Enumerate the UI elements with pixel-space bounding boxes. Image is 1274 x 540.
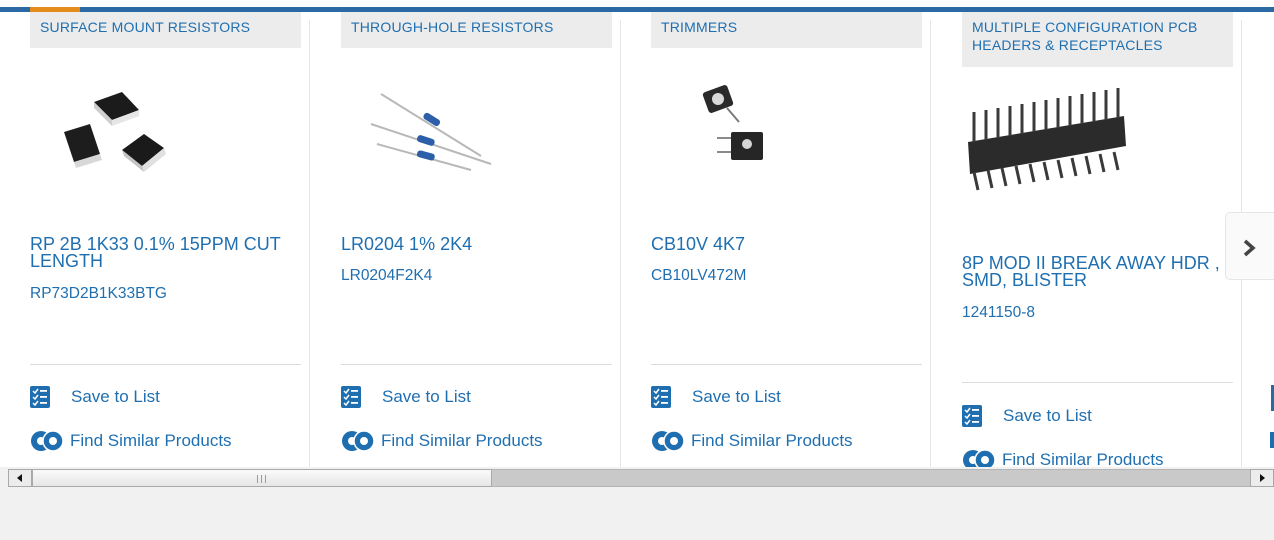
product-title-link[interactable]: LR0204 1% 2K4 bbox=[341, 235, 612, 253]
find-similar-label: Find Similar Products bbox=[70, 431, 232, 450]
find-similar-button[interactable]: Find Similar Products bbox=[651, 429, 853, 453]
find-similar-label: Find Similar Products bbox=[381, 431, 543, 450]
axial-resistors-image[interactable] bbox=[341, 64, 612, 214]
category-label[interactable]: TRIMMERS bbox=[651, 12, 922, 48]
gears-icon bbox=[963, 449, 996, 467]
product-card: MULTIPLE CONFIGURATION PCB HEADERS & REC… bbox=[932, 12, 1242, 467]
product-card: THROUGH-HOLE RESISTORS LR0204 1% 2K4 LR0… bbox=[311, 12, 621, 467]
gears-icon bbox=[652, 430, 685, 452]
card-separator bbox=[651, 364, 922, 365]
card-separator bbox=[341, 364, 612, 365]
save-to-list-button[interactable]: Save to List bbox=[341, 385, 471, 409]
product-title-link[interactable]: RP 2B 1K33 0.1% 15PPM CUT LENGTH bbox=[30, 235, 301, 270]
product-card: SURFACE MOUNT RESISTORS RP 2B 1K33 0.1% … bbox=[0, 12, 310, 467]
scroll-left-button[interactable] bbox=[8, 469, 32, 487]
gears-icon bbox=[342, 430, 375, 452]
card-divider bbox=[309, 20, 310, 467]
scroll-grip bbox=[257, 475, 266, 483]
carousel-next-button[interactable] bbox=[1225, 212, 1274, 280]
arrow-left-icon bbox=[17, 474, 22, 482]
category-label[interactable]: MULTIPLE CONFIGURATION PCB HEADERS & REC… bbox=[962, 12, 1233, 67]
category-label[interactable]: THROUGH-HOLE RESISTORS bbox=[341, 12, 612, 48]
save-to-list-button[interactable]: Save to List bbox=[30, 385, 160, 409]
product-title-link[interactable]: CB10V 4K7 bbox=[651, 235, 922, 253]
save-to-list-label: Save to List bbox=[71, 387, 160, 406]
save-to-list-label: Save to List bbox=[382, 387, 471, 406]
product-carousel: SURFACE MOUNT RESISTORS RP 2B 1K33 0.1% … bbox=[0, 12, 1274, 467]
find-similar-label: Find Similar Products bbox=[1002, 450, 1164, 467]
find-similar-button[interactable]: Find Similar Products bbox=[962, 448, 1164, 467]
card-separator bbox=[962, 382, 1233, 383]
save-to-list-button[interactable]: Save to List bbox=[962, 404, 1092, 428]
gears-icon bbox=[31, 430, 64, 452]
category-label[interactable]: SURFACE MOUNT RESISTORS bbox=[30, 12, 301, 48]
trimmer-potentiometer-image[interactable] bbox=[651, 64, 922, 214]
card-separator bbox=[30, 364, 301, 365]
scroll-right-button[interactable] bbox=[1250, 469, 1274, 487]
find-similar-label: Find Similar Products bbox=[691, 431, 853, 450]
save-to-list-label: Save to List bbox=[1003, 406, 1092, 425]
save-to-list-button[interactable]: Save to List bbox=[651, 385, 781, 409]
next-card-peek-icon bbox=[1270, 432, 1274, 448]
horizontal-scrollbar[interactable] bbox=[8, 467, 1274, 516]
product-card: TRIMMERS CB10V 4K7 CB10LV472M Save to Li… bbox=[621, 12, 931, 467]
product-title-link[interactable]: 8P MOD II BREAK AWAY HDR , SMD, BLISTER bbox=[962, 254, 1233, 289]
part-number-link[interactable]: LR0204F2K4 bbox=[341, 267, 432, 285]
checklist-icon bbox=[341, 386, 361, 408]
checklist-icon bbox=[651, 386, 671, 408]
part-number-link[interactable]: RP73D2B1K33BTG bbox=[30, 285, 167, 303]
scrollbar-thumb[interactable] bbox=[32, 469, 492, 487]
card-divider bbox=[930, 20, 931, 467]
chevron-right-icon bbox=[1243, 239, 1256, 257]
smd-resistor-chips-image[interactable] bbox=[30, 64, 301, 214]
part-number-link[interactable]: CB10LV472M bbox=[651, 267, 746, 285]
top-accent-bar bbox=[0, 0, 1274, 12]
arrow-right-icon bbox=[1260, 474, 1265, 482]
save-to-list-label: Save to List bbox=[692, 387, 781, 406]
pin-header-image[interactable] bbox=[962, 84, 1233, 234]
checklist-icon bbox=[30, 386, 50, 408]
find-similar-button[interactable]: Find Similar Products bbox=[341, 429, 543, 453]
checklist-icon bbox=[962, 405, 982, 427]
part-number-link[interactable]: 1241150-8 bbox=[962, 304, 1035, 322]
find-similar-button[interactable]: Find Similar Products bbox=[30, 429, 232, 453]
